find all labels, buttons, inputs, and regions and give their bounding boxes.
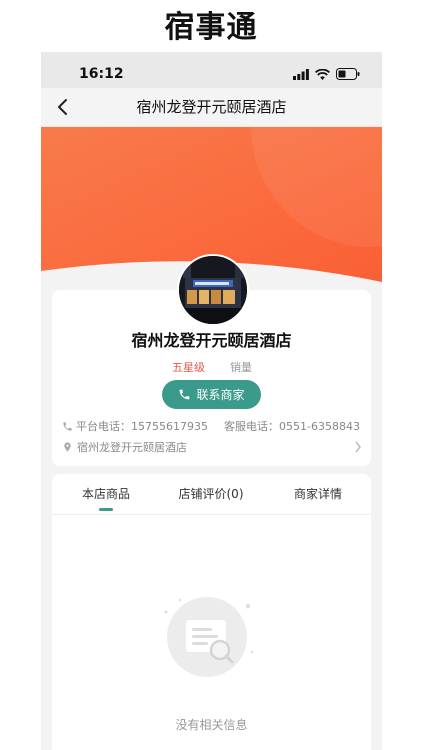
phone-icon — [180, 389, 190, 400]
tab-store-reviews[interactable]: 店铺评价(0) — [166, 474, 256, 514]
address-row[interactable]: 宿州龙登开元颐居酒店 — [62, 439, 362, 455]
tabs-card: 本店商品 店铺评价(0) 商家详情 没有相关信息 — [52, 474, 371, 750]
phone-row: 平台电话：15755617935 客服电话：0551-6358843 — [62, 418, 362, 434]
back-icon[interactable] — [55, 98, 71, 116]
app-title: 宿事通 — [164, 10, 258, 45]
status-icons — [293, 67, 360, 81]
sales-label: 销量 — [230, 361, 252, 374]
wifi-icon — [315, 68, 330, 80]
platform-phone[interactable]: 平台电话：15755617935 — [76, 418, 208, 434]
tab-merchant-details[interactable]: 商家详情 — [278, 474, 358, 514]
contact-merchant-button[interactable]: 联系商家 — [162, 380, 261, 409]
phone-icon — [63, 421, 72, 431]
store-name: 宿州龙登开元颐居酒店 — [131, 331, 292, 350]
empty-state-text: 没有相关信息 — [175, 718, 248, 732]
store-avatar — [177, 254, 249, 326]
active-tab-indicator — [99, 508, 113, 511]
signal-icon — [293, 68, 309, 80]
phone-screen: 16:12 宿州龙登开元颐居酒店 宿州龙登开元颐居酒店 五星级 销量 联系商家 … — [41, 52, 382, 750]
page-title: 宿州龙登开元颐居酒店 — [136, 98, 287, 116]
tab-bar: 本店商品 店铺评价(0) 商家详情 — [52, 474, 371, 515]
status-time: 16:12 — [79, 66, 124, 82]
location-pin-icon — [64, 442, 71, 452]
nav-bar: 宿州龙登开元颐居酒店 — [41, 88, 382, 127]
chevron-right-icon — [355, 441, 361, 453]
status-bar: 16:12 — [41, 52, 382, 88]
store-address: 宿州龙登开元颐居酒店 — [77, 441, 187, 454]
star-rating: 五星级 — [172, 361, 205, 374]
contact-merchant-label: 联系商家 — [196, 388, 245, 402]
battery-icon — [336, 68, 360, 80]
empty-document-icon — [164, 597, 254, 677]
service-phone[interactable]: 客服电话：0551-6358843 — [224, 418, 360, 434]
